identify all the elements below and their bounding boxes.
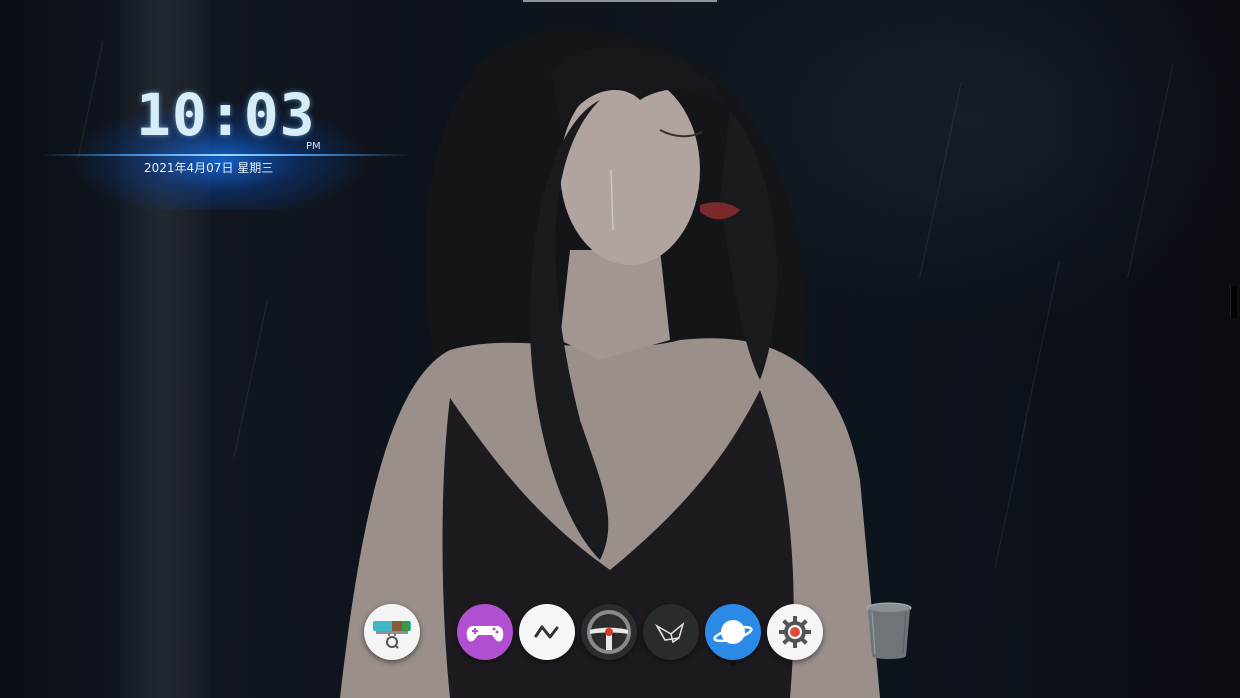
rain-streak bbox=[233, 301, 268, 459]
dock-system-monitor-button[interactable] bbox=[519, 604, 575, 660]
clock-divider-line bbox=[40, 154, 410, 156]
clock-ampm: PM bbox=[306, 141, 321, 152]
dock-drive-button[interactable] bbox=[581, 604, 637, 660]
dock-settings-button[interactable] bbox=[767, 604, 823, 660]
planet-icon bbox=[713, 620, 753, 644]
desktop[interactable]: 10:03 PM 2021年4月07日 星期三 bbox=[0, 0, 1240, 698]
rain-streak bbox=[994, 421, 1027, 569]
dock-file-manager-button[interactable] bbox=[364, 604, 420, 660]
paper-crane-icon bbox=[654, 621, 685, 644]
rain-streak bbox=[919, 82, 962, 278]
clock-widget: 10:03 PM 2021年4月07日 星期三 bbox=[40, 80, 410, 210]
dock-browser-button[interactable] bbox=[705, 604, 761, 660]
dock-origami-button[interactable] bbox=[643, 604, 699, 660]
pulse-icon bbox=[534, 625, 559, 639]
dock-game-center-button[interactable] bbox=[457, 604, 513, 660]
steering-wheel-icon bbox=[587, 610, 631, 654]
clock-date: 2021年4月07日 星期三 bbox=[144, 161, 274, 175]
rain-streak bbox=[1127, 62, 1174, 278]
gamepad-icon bbox=[466, 626, 504, 642]
dock-trash-button[interactable] bbox=[862, 600, 916, 662]
edge-panel-handle[interactable] bbox=[1230, 286, 1237, 318]
rain-streak bbox=[1021, 261, 1060, 439]
top-bar-indicator bbox=[523, 0, 717, 2]
trash-icon bbox=[866, 602, 912, 659]
finder-icon bbox=[373, 621, 411, 649]
clock-time: 10:03 bbox=[136, 81, 316, 149]
gear-icon bbox=[779, 616, 811, 648]
